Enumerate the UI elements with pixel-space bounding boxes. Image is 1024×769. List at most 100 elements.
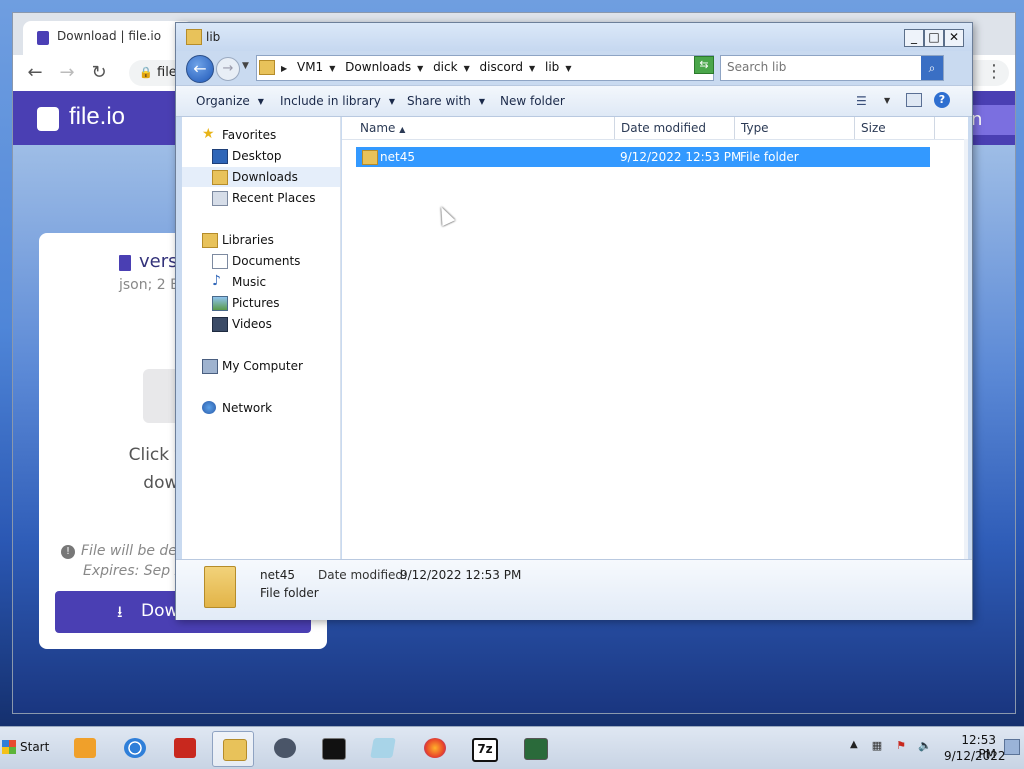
nav-item-pictures[interactable]: Pictures bbox=[182, 293, 340, 313]
taskbar-cmd[interactable] bbox=[312, 731, 352, 765]
breadcrumb-root-arrow-icon[interactable]: ▶ bbox=[281, 64, 287, 73]
search-icon[interactable]: ⌕ bbox=[921, 56, 943, 80]
nav-item-recent-places[interactable]: Recent Places bbox=[182, 188, 340, 208]
file-icon bbox=[119, 255, 131, 271]
deletion-notice: File will be dele bbox=[81, 543, 190, 559]
taskbar-firefox[interactable] bbox=[414, 731, 454, 765]
close-button[interactable]: ✕ bbox=[944, 29, 964, 47]
search-box[interactable]: ⌕ bbox=[720, 55, 944, 81]
taskbar-task-manager[interactable] bbox=[514, 731, 554, 765]
nav-item-favorites[interactable]: ★ Favorites bbox=[182, 125, 340, 145]
minimize-button[interactable]: _ bbox=[904, 29, 924, 47]
maximize-button[interactable]: □ bbox=[924, 29, 944, 47]
star-icon: ★ bbox=[202, 126, 215, 142]
browser-back-icon[interactable]: ← bbox=[23, 61, 47, 85]
forward-button[interactable]: → bbox=[216, 57, 240, 81]
recent-pages-dropdown-icon[interactable]: ▼ bbox=[242, 61, 249, 71]
show-desktop-button[interactable] bbox=[1004, 739, 1020, 755]
expiry-notice: Expires: Sep 2 bbox=[83, 563, 184, 579]
start-button[interactable]: Start bbox=[2, 735, 52, 761]
nav-item-music[interactable]: ♪ Music bbox=[182, 272, 340, 292]
taskbar-media-player[interactable] bbox=[64, 731, 104, 765]
views-dropdown-icon[interactable]: ▼ bbox=[884, 96, 890, 105]
show-hidden-icons-chevron-icon[interactable]: ▲ bbox=[850, 739, 858, 750]
views-icon[interactable]: ☰ bbox=[856, 94, 867, 108]
column-divider[interactable] bbox=[734, 117, 735, 139]
command-bar: Organize ▼ Include in library ▼ Share with… bbox=[176, 85, 972, 117]
new-folder-button[interactable]: New folder bbox=[500, 94, 565, 108]
breadcrumb-item[interactable]: lib bbox=[545, 60, 559, 74]
explorer-window: lib _ □ ✕ ← → ▼ ▶ VM1 ▼ Downloads ▼ dick ▼ … bbox=[175, 22, 973, 620]
tray-action-center-icon[interactable]: ⚑ bbox=[894, 739, 908, 753]
libraries-icon bbox=[202, 233, 218, 248]
pictures-icon bbox=[212, 296, 228, 311]
info-icon: ! bbox=[61, 545, 75, 559]
search-input[interactable] bbox=[727, 60, 917, 74]
clock-date[interactable]: 9/12/2022 bbox=[944, 749, 1006, 763]
browser-reload-icon[interactable]: ↻ bbox=[87, 61, 111, 85]
breadcrumb-arrow-icon[interactable]: ▼ bbox=[565, 64, 571, 73]
include-in-library-label: Include in library bbox=[280, 94, 381, 108]
nav-item-videos[interactable]: Videos bbox=[182, 314, 340, 334]
taskbar-app-gear[interactable] bbox=[264, 731, 304, 765]
media-player-icon bbox=[74, 738, 96, 758]
breadcrumb-item[interactable]: discord bbox=[480, 60, 523, 74]
breadcrumb-arrow-icon[interactable]: ▼ bbox=[464, 64, 470, 73]
include-in-library-button[interactable]: Include in library ▼ bbox=[280, 94, 395, 108]
breadcrumb-arrow-icon[interactable]: ▼ bbox=[329, 64, 335, 73]
nav-item-downloads[interactable]: Downloads bbox=[182, 167, 340, 187]
scrollbar-track[interactable] bbox=[964, 139, 968, 559]
breadcrumb-item[interactable]: dick bbox=[433, 60, 458, 74]
site-logo-text[interactable]: file.io bbox=[69, 103, 125, 131]
taskbar-chrome[interactable] bbox=[114, 731, 154, 765]
share-with-label: Share with bbox=[407, 94, 471, 108]
windows-logo-icon bbox=[2, 740, 16, 754]
browser-tab[interactable]: Download | file.io bbox=[23, 21, 193, 55]
tray-volume-icon[interactable]: 🔈 bbox=[918, 739, 932, 753]
folder-preview-icon bbox=[204, 566, 236, 608]
file-row-net45[interactable]: net45 9/12/2022 12:53 PM File folder bbox=[356, 147, 930, 167]
column-type[interactable]: Type bbox=[741, 121, 769, 135]
share-with-button[interactable]: Share with ▼ bbox=[407, 94, 485, 108]
tray-network-icon[interactable]: ▦ bbox=[870, 739, 884, 753]
lock-icon: 🔒 bbox=[139, 66, 153, 79]
nav-item-desktop[interactable]: Desktop bbox=[182, 146, 340, 166]
column-divider[interactable] bbox=[934, 117, 935, 139]
preview-pane-icon[interactable] bbox=[906, 93, 922, 107]
breadcrumb-item[interactable]: Downloads bbox=[345, 60, 411, 74]
details-item-type: File folder bbox=[260, 586, 319, 600]
date-modified-cell: 9/12/2022 12:53 PM bbox=[620, 150, 742, 164]
details-pane: net45 Date modified: 9/12/2022 12:53 PM … bbox=[176, 559, 972, 620]
nav-item-documents[interactable]: Documents bbox=[182, 251, 340, 271]
column-divider[interactable] bbox=[854, 117, 855, 139]
nav-item-libraries[interactable]: Libraries bbox=[182, 230, 340, 250]
taskbar-notepad[interactable] bbox=[362, 731, 402, 765]
browser-forward-icon[interactable]: → bbox=[55, 61, 79, 85]
taskbar-7zip[interactable]: 7z bbox=[462, 731, 502, 765]
column-name[interactable]: Name ▲ bbox=[360, 121, 405, 135]
documents-icon bbox=[212, 254, 228, 269]
nav-label: Recent Places bbox=[232, 191, 316, 205]
breadcrumb-arrow-icon[interactable]: ▼ bbox=[417, 64, 423, 73]
help-icon[interactable]: ? bbox=[934, 92, 950, 108]
address-bar[interactable]: ▶ VM1 ▼ Downloads ▼ dick ▼ discord ▼ lib ▼ ▼ bbox=[256, 55, 760, 81]
refresh-icon[interactable]: ⇆ bbox=[694, 56, 714, 74]
explorer-icon bbox=[223, 739, 247, 761]
back-button[interactable]: ← bbox=[186, 55, 214, 83]
start-label: Start bbox=[20, 740, 50, 754]
breadcrumb-arrow-icon[interactable]: ▼ bbox=[529, 64, 535, 73]
videos-icon bbox=[212, 317, 228, 332]
breadcrumb-item[interactable]: VM1 bbox=[297, 60, 323, 74]
nav-label: Pictures bbox=[232, 296, 280, 310]
nav-item-my-computer[interactable]: My Computer bbox=[182, 356, 340, 376]
browser-menu-icon[interactable]: ⋮ bbox=[985, 61, 1003, 82]
explorer-title-bar[interactable]: lib _ □ ✕ bbox=[176, 23, 972, 51]
organize-button[interactable]: Organize ▼ bbox=[196, 94, 264, 108]
taskbar-explorer[interactable] bbox=[212, 731, 254, 767]
taskbar-app-red[interactable] bbox=[164, 731, 204, 765]
column-divider[interactable] bbox=[614, 117, 615, 139]
column-date-modified[interactable]: Date modified bbox=[621, 121, 706, 135]
column-size[interactable]: Size bbox=[861, 121, 886, 135]
nav-item-network[interactable]: Network bbox=[182, 398, 340, 418]
task-manager-icon bbox=[524, 738, 548, 760]
